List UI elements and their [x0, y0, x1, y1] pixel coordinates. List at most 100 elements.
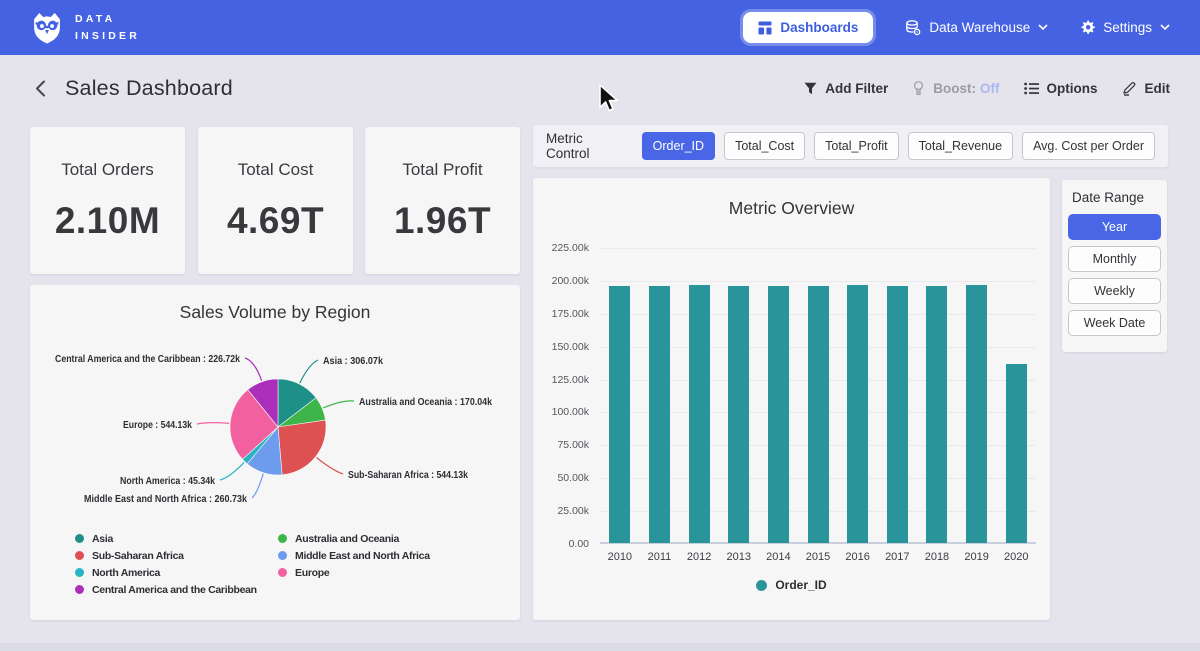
pie-callout-line: [245, 358, 262, 381]
nav-data-warehouse-button[interactable]: Data Warehouse: [905, 20, 1048, 36]
bar-2020[interactable]: [1006, 364, 1027, 543]
y-axis-tick-label: 200.00k: [533, 275, 589, 287]
metric-overview-card: Metric Overview 0.0025.00k50.00k75.00k10…: [533, 178, 1050, 620]
gridline: [600, 281, 1036, 282]
metric-option-avg-cost-per-order[interactable]: Avg. Cost per Order: [1022, 132, 1155, 160]
kpi-total-profit: Total Profit 1.96T: [365, 127, 520, 274]
bar-2017[interactable]: [887, 286, 908, 543]
gridline: [600, 248, 1036, 249]
y-axis-tick-label: 0.00: [533, 538, 589, 550]
pie-label: Europe : 544.13k: [123, 419, 192, 431]
legend-label: Order_ID: [775, 578, 826, 592]
nav-settings-label: Settings: [1103, 20, 1152, 35]
x-axis-tick-label: 2016: [838, 551, 878, 563]
brand-logo[interactable]: DATA INSIDER: [30, 11, 140, 45]
bar-2019[interactable]: [966, 285, 987, 543]
pie-callout-line: [197, 423, 229, 424]
metric-option-total-cost[interactable]: Total_Cost: [724, 132, 805, 160]
bar-2010[interactable]: [609, 286, 630, 543]
metric-option-total-revenue[interactable]: Total_Revenue: [908, 132, 1013, 160]
bar-2016[interactable]: [847, 285, 868, 543]
date-range-monthly-button[interactable]: Monthly: [1068, 246, 1161, 272]
metric-option-order-id[interactable]: Order_ID: [642, 132, 715, 160]
bar-2012[interactable]: [689, 285, 710, 543]
y-axis: 0.0025.00k50.00k75.00k100.00k125.00k150.…: [533, 248, 589, 544]
chevron-down-icon: [1038, 24, 1048, 31]
kpi-total-orders: Total Orders 2.10M: [30, 127, 185, 274]
page-header: Sales Dashboard Add Filter Boost: Off: [0, 55, 1200, 121]
y-axis-tick-label: 225.00k: [533, 242, 589, 254]
x-axis: 2010201120122013201420152016201720182019…: [600, 551, 1036, 563]
bar-2018[interactable]: [926, 286, 947, 543]
back-button[interactable]: [30, 77, 52, 100]
x-axis-tick-label: 2014: [759, 551, 799, 563]
pie-chart[interactable]: Asia : 306.07kAustralia and Oceania : 17…: [30, 335, 520, 535]
nav-settings-button[interactable]: Settings: [1080, 20, 1170, 35]
legend-dot: [278, 551, 287, 560]
pencil-icon: [1122, 81, 1137, 96]
bar-chart-legend-item[interactable]: Order_ID: [533, 578, 1050, 592]
boost-toggle[interactable]: Boost: Off: [912, 81, 999, 96]
owl-logo-icon: [30, 11, 64, 45]
pie-legend-column: Australia and Oceania Middle East and Nor…: [278, 532, 430, 596]
legend-label: Middle East and North Africa: [295, 550, 430, 562]
bar-2013[interactable]: [728, 286, 749, 543]
pie-slice-2[interactable]: [278, 420, 326, 475]
dashboard-grid-icon: [758, 21, 772, 35]
options-button[interactable]: Options: [1024, 81, 1098, 96]
y-axis-tick-label: 150.00k: [533, 341, 589, 353]
bar-2014[interactable]: [768, 286, 789, 543]
pie-legend-column: Asia Sub-Saharan Africa North America Centr…: [75, 532, 278, 596]
legend-label: North America: [92, 567, 160, 579]
date-range-week-date-button[interactable]: Week Date: [1068, 310, 1161, 336]
nav-dashboards-label: Dashboards: [780, 20, 858, 35]
pie-callout-line: [316, 458, 343, 475]
add-filter-button[interactable]: Add Filter: [804, 81, 888, 96]
legend-item[interactable]: Central America and the Caribbean: [75, 583, 278, 596]
kpi-label: Total Profit: [402, 160, 482, 180]
database-icon: [905, 20, 921, 36]
kpi-value: 2.10M: [55, 200, 160, 242]
pie-callout-line: [252, 474, 263, 498]
legend-label: Australia and Oceania: [295, 533, 399, 545]
legend-dot: [278, 534, 287, 543]
kpi-value: 1.96T: [394, 200, 491, 242]
legend-dot: [75, 568, 84, 577]
chevron-down-icon: [1160, 24, 1170, 31]
x-axis-tick-label: 2010: [600, 551, 640, 563]
metric-control-bar: Metric Control Order_ID Total_Cost Total…: [533, 125, 1168, 167]
bar-2015[interactable]: [808, 286, 829, 543]
legend-dot: [75, 585, 84, 594]
pie-callout-line: [220, 462, 244, 480]
legend-item[interactable]: Middle East and North Africa: [278, 549, 430, 562]
kpi-total-cost: Total Cost 4.69T: [198, 127, 353, 274]
edit-button[interactable]: Edit: [1122, 81, 1171, 96]
metric-option-total-profit[interactable]: Total_Profit: [814, 132, 899, 160]
pie-label: Central America and the Caribbean : 226.…: [55, 353, 240, 365]
legend-item[interactable]: Europe: [278, 566, 430, 579]
date-range-label: Date Range: [1072, 190, 1161, 205]
y-axis-tick-label: 175.00k: [533, 308, 589, 320]
legend-item[interactable]: Australia and Oceania: [278, 532, 430, 545]
legend-item[interactable]: Sub-Saharan Africa: [75, 549, 278, 562]
pie-label: Middle East and North Africa : 260.73k: [84, 493, 247, 505]
x-axis-tick-label: 2019: [957, 551, 997, 563]
pie-label: Australia and Oceania : 170.04k: [359, 396, 492, 408]
list-icon: [1024, 82, 1039, 95]
bar-2011[interactable]: [649, 286, 670, 543]
legend-item[interactable]: North America: [75, 566, 278, 579]
brand-name: DATA INSIDER: [75, 11, 140, 44]
y-axis-tick-label: 25.00k: [533, 505, 589, 517]
bar-chart-plot[interactable]: [600, 248, 1036, 544]
date-range-weekly-button[interactable]: Weekly: [1068, 278, 1161, 304]
pie-label: Sub-Saharan Africa : 544.13k: [348, 469, 468, 481]
metric-control-label: Metric Control: [546, 131, 628, 161]
nav-dashboards-button[interactable]: Dashboards: [743, 12, 873, 43]
legend-item[interactable]: Asia: [75, 532, 278, 545]
date-range-year-button[interactable]: Year: [1068, 214, 1161, 240]
sales-volume-by-region-card: Sales Volume by Region Asia : 306.07kAus…: [30, 285, 520, 620]
legend-label: Sub-Saharan Africa: [92, 550, 184, 562]
x-axis-tick-label: 2013: [719, 551, 759, 563]
x-axis-tick-label: 2020: [996, 551, 1036, 563]
sales-dashboard-app: DATA INSIDER Dashboards: [0, 0, 1200, 651]
